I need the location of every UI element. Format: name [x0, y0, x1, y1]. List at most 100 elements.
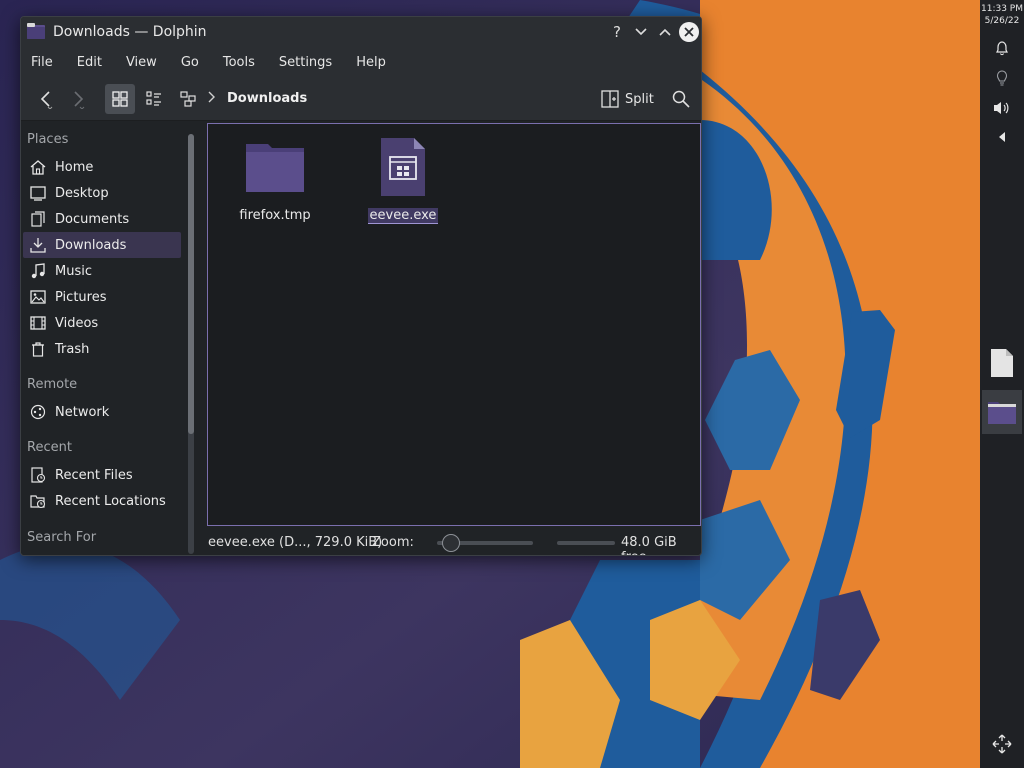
breadcrumb-separator-icon: [207, 91, 215, 107]
split-label: Split: [625, 91, 654, 107]
menu-settings[interactable]: Settings: [279, 55, 332, 70]
folder-icon: [988, 402, 1016, 424]
menu-go[interactable]: Go: [181, 55, 199, 70]
zoom-label: Zoom:: [372, 535, 414, 550]
close-icon: [684, 27, 694, 37]
network-icon: [29, 403, 47, 421]
document-icon: [991, 349, 1013, 377]
place-music[interactable]: Music: [23, 258, 181, 284]
free-space-label: 48.0 GiB free: [621, 535, 677, 555]
file-name[interactable]: eevee.exe: [367, 208, 439, 224]
forward-arrow-icon: [74, 91, 85, 109]
places-panel: Places Home Desktop Documents Downloads: [21, 122, 194, 555]
file-name: firefox.tmp: [239, 208, 311, 223]
place-label: Recent Locations: [55, 493, 166, 509]
place-documents[interactable]: Documents: [23, 206, 181, 232]
videos-icon: [29, 314, 47, 332]
clock-time[interactable]: 11:33 PM: [980, 4, 1024, 14]
icons-view-button[interactable]: [105, 84, 135, 114]
plasma-panel: 11:33 PM 5/26/22: [980, 0, 1024, 768]
help-button[interactable]: ?: [607, 22, 627, 42]
clock-date[interactable]: 5/26/22: [980, 16, 1024, 26]
place-label: Downloads: [55, 237, 127, 253]
sidebar-scrollbar[interactable]: [188, 134, 194, 554]
title-bar[interactable]: Downloads — Dolphin ?: [21, 17, 701, 47]
minimize-button[interactable]: [631, 22, 651, 42]
recent-locations-icon: [29, 492, 47, 510]
file-view[interactable]: firefox.tmp eevee.exe: [207, 123, 701, 526]
place-desktop[interactable]: Desktop: [23, 180, 181, 206]
close-button[interactable]: [679, 22, 699, 42]
sidebar-scrollbar-thumb[interactable]: [188, 134, 194, 434]
file-item-eevee-exe[interactable]: eevee.exe: [363, 138, 443, 224]
downloads-icon: [29, 236, 47, 254]
place-pictures[interactable]: Pictures: [23, 284, 181, 310]
menu-help[interactable]: Help: [356, 55, 386, 70]
lightbulb-icon[interactable]: [992, 68, 1012, 88]
place-label: Recent Files: [55, 467, 133, 483]
split-button[interactable]: Split: [601, 84, 654, 114]
details-view-button[interactable]: [173, 84, 203, 114]
task-text-document[interactable]: [982, 341, 1022, 385]
zoom-slider-handle[interactable]: [442, 534, 460, 552]
home-icon: [29, 158, 47, 176]
executable-icon: [381, 138, 425, 196]
folder-icon: [246, 144, 304, 192]
place-label: Network: [55, 404, 110, 420]
back-arrow-icon: [40, 91, 53, 109]
menu-bar: File Edit View Go Tools Settings Help: [21, 47, 701, 77]
icons-view-icon: [112, 91, 128, 107]
place-label: Documents: [55, 211, 130, 227]
menu-view[interactable]: View: [126, 55, 157, 70]
place-recent-locations[interactable]: Recent Locations: [23, 488, 181, 514]
place-label: Videos: [55, 315, 99, 331]
task-dolphin[interactable]: [982, 390, 1022, 434]
free-space-bar: [557, 541, 615, 545]
search-button[interactable]: [666, 84, 696, 114]
place-network[interactable]: Network: [23, 399, 181, 425]
dolphin-window: Downloads — Dolphin ? File Edit View Go …: [20, 16, 702, 556]
back-button[interactable]: [31, 84, 61, 114]
place-label: Pictures: [55, 289, 107, 305]
desktop-icon: [29, 184, 47, 202]
recent-section-title: Recent: [27, 440, 72, 455]
place-label: Home: [55, 159, 94, 175]
notifications-icon[interactable]: [992, 38, 1012, 58]
compact-view-button[interactable]: [139, 84, 169, 114]
place-trash[interactable]: Trash: [23, 336, 181, 362]
music-icon: [29, 262, 47, 280]
details-view-icon: [180, 91, 196, 107]
place-downloads[interactable]: Downloads: [23, 232, 181, 258]
window-title: Downloads — Dolphin: [53, 24, 207, 40]
volume-icon[interactable]: [992, 98, 1012, 118]
chevron-up-icon: [659, 28, 671, 36]
menu-tools[interactable]: Tools: [223, 55, 255, 70]
place-label: Music: [55, 263, 92, 279]
documents-icon: [29, 210, 47, 228]
chevron-down-icon: [635, 28, 647, 36]
place-label: Trash: [55, 341, 90, 357]
search-section-title: Search For: [27, 530, 97, 545]
split-view-icon: [601, 90, 619, 108]
breadcrumb-current[interactable]: Downloads: [227, 91, 307, 106]
search-icon: [672, 90, 690, 108]
expand-tray-icon[interactable]: [992, 127, 1012, 147]
trash-icon: [29, 340, 47, 358]
menu-file[interactable]: File: [31, 55, 53, 70]
edit-mode-icon[interactable]: [992, 734, 1012, 754]
place-home[interactable]: Home: [23, 154, 181, 180]
status-bar: eevee.exe (D..., 729.0 KiB) Zoom: 48.0 G…: [207, 533, 701, 555]
place-videos[interactable]: Videos: [23, 310, 181, 336]
toolbar: Downloads Split: [21, 77, 701, 121]
pictures-icon: [29, 288, 47, 306]
place-recent-files[interactable]: Recent Files: [23, 462, 181, 488]
place-label: Desktop: [55, 185, 109, 201]
remote-section-title: Remote: [27, 377, 78, 392]
maximize-button[interactable]: [655, 22, 675, 42]
forward-button[interactable]: [63, 84, 93, 114]
menu-edit[interactable]: Edit: [77, 55, 102, 70]
selection-info: eevee.exe (D..., 729.0 KiB): [208, 535, 383, 550]
compact-view-icon: [146, 91, 161, 106]
recent-files-icon: [29, 466, 47, 484]
file-item-firefox-tmp[interactable]: firefox.tmp: [235, 138, 315, 223]
